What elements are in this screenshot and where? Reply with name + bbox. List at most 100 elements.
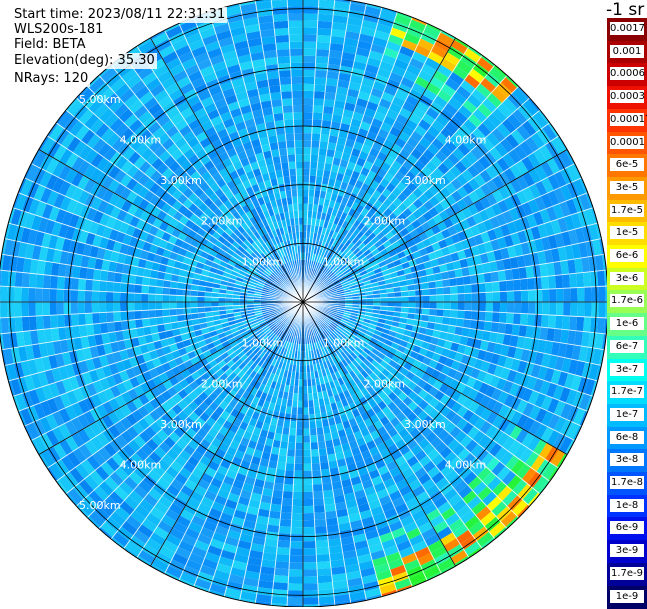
beta-cell [317,35,331,43]
beta-cell [303,415,309,422]
beta-cell [590,271,598,287]
beta-cell [64,290,71,303]
beta-cell [92,302,99,313]
beta-cell [597,318,605,334]
beta-cell [127,302,134,311]
beta-cell [279,526,292,534]
beta-cell [71,290,78,302]
beta-cell [318,7,334,15]
beta-cell [576,273,584,288]
beta-cell [319,0,335,8]
beta-cell [142,318,150,327]
beta-cell [478,283,486,293]
beta-cell [312,463,321,471]
beta-cell [571,443,585,461]
beta-cell [303,63,316,70]
beta-cell [85,302,92,313]
beta-cell [498,270,506,281]
beta-cell [286,456,295,464]
beta-cell [29,316,37,331]
beta-cell [57,302,64,315]
beta-cell [162,295,169,302]
beta-cell [512,268,520,280]
beta-cell [114,321,122,332]
beta-cell [484,272,492,283]
beta-cell [43,315,51,329]
beta-cell [309,421,316,429]
beta-cell [303,471,312,478]
beta-cell [291,534,304,541]
beta-cell [43,275,51,289]
beta-cell [272,490,283,498]
beta-cell [29,288,36,302]
beta-cell [296,436,303,443]
beta-cell [313,484,323,492]
beta-cell [598,302,606,318]
beta-cell [316,56,329,64]
beta-cell [277,540,290,548]
beta-cell [520,279,528,291]
beta-cell [429,578,447,591]
beta-cell [303,42,317,49]
beta-cell [416,302,423,308]
beta-cell [401,297,408,303]
beta-cell [43,288,50,302]
beta-cell [556,288,563,302]
beta-cell [556,302,563,316]
beta-cell [197,297,204,303]
beta-cell [527,278,535,291]
beta-cell [597,270,605,286]
beta-cell [303,140,312,147]
beta-cell [85,313,93,325]
beta-cell [472,293,479,302]
beta-cell [319,596,335,604]
beta-cell [563,302,570,316]
beta-cell [311,140,320,148]
beta-cell [303,49,316,56]
beta-cell [450,310,458,319]
beta-cell [92,291,99,302]
beta-cell [456,277,464,286]
beta-cell [314,77,326,85]
beta-cell [296,422,303,429]
beta-cell [471,284,479,294]
beta-cell [64,277,72,290]
beta-cell [423,302,430,309]
beta-cell [584,302,591,317]
beta-cell [303,443,311,450]
beta-cell [120,302,127,312]
beta-cell [534,277,542,290]
beta-cell [313,105,324,113]
beta-cell [145,570,163,584]
beta-cell [401,302,408,308]
beta-cell [422,308,430,315]
beta-cell [293,485,303,492]
beta-cell [316,42,330,50]
beta-cell [155,294,162,302]
beta-cell [190,302,197,308]
beta-cell [86,268,94,280]
beta-cell [491,322,499,333]
beta-cell [0,286,8,302]
beta-cell [303,562,317,569]
beta-cell [57,315,65,328]
beta-cell [423,295,430,302]
beta-cell [85,291,92,302]
beta-cell [29,130,44,148]
beta-cell [7,173,20,191]
beta-cell [313,498,324,506]
beta-cell [303,513,314,520]
beta-cell [316,49,330,57]
beta-cell [465,293,472,302]
beta-cell [8,271,16,287]
beta-cell [134,311,142,320]
beta-cell [288,583,303,590]
beta-cell [422,289,430,296]
beta-cell [135,319,143,329]
beta-cell [284,477,294,485]
beta-cell [316,554,330,562]
beta-cell [169,302,176,309]
beta-cell [303,196,309,203]
beta-cell [451,294,458,302]
beta-cell [549,289,556,302]
